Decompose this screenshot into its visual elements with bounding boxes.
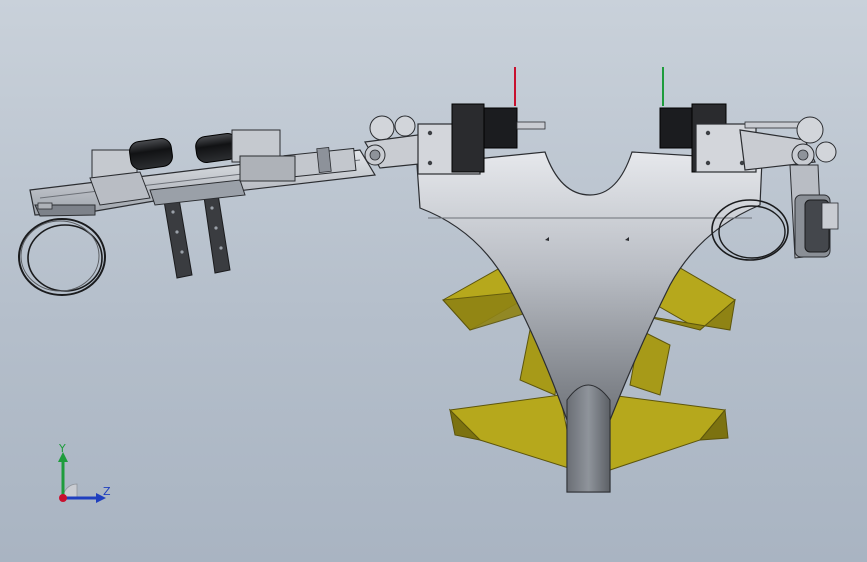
thigh-link-right [695, 116, 837, 173]
assembly-model[interactable] [0, 0, 867, 562]
axis-triad: Y Z [58, 442, 111, 503]
y-axis-label: Y [58, 442, 66, 455]
strap-plates [149, 179, 246, 279]
origin-dot-icon [59, 494, 67, 502]
leg-cuff-rings [18, 218, 106, 296]
cad-viewport[interactable]: Y Z [0, 0, 867, 562]
z-axis-label: Z [103, 485, 111, 498]
